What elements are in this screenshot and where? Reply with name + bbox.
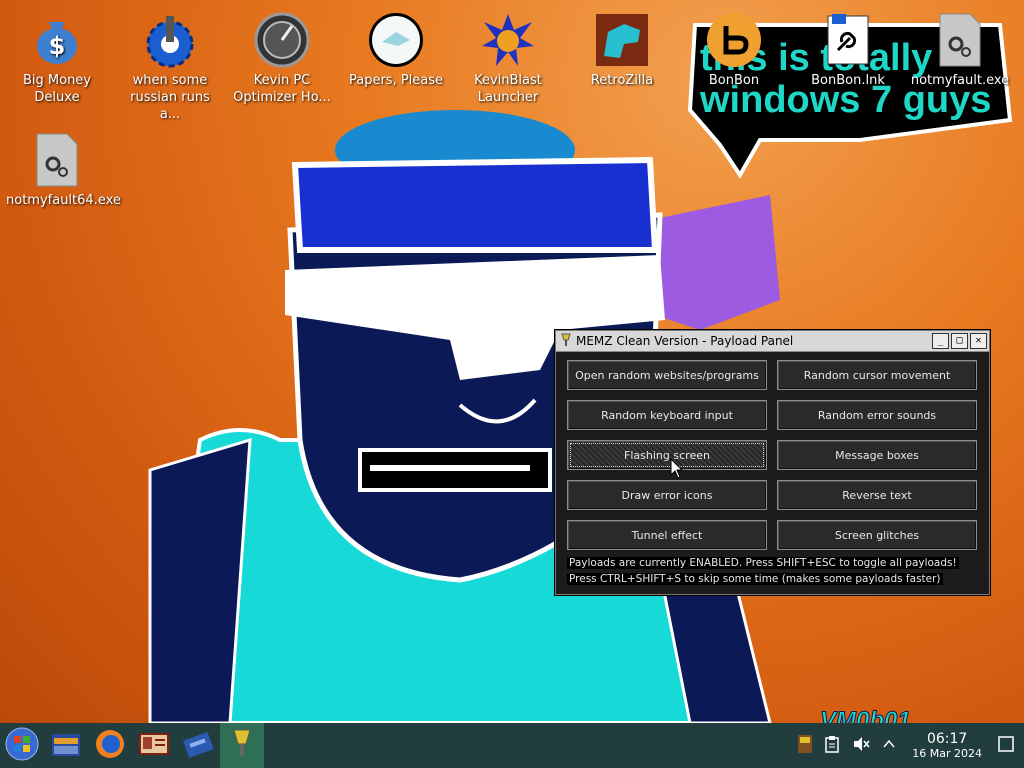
gear-cog-icon <box>142 12 198 68</box>
mouse-cursor-icon <box>670 457 684 484</box>
explosion-icon <box>480 12 536 68</box>
clipboard-icon[interactable] <box>824 735 840 757</box>
taskbar-memz[interactable] <box>220 723 264 768</box>
executable-file-icon <box>932 12 988 68</box>
desktop-icon-papers-please[interactable]: Papers, Please <box>341 6 451 89</box>
file-manager-icon <box>50 728 82 764</box>
desktop-icon-notmyfault64[interactable]: notmyfault64.exe <box>2 126 121 209</box>
start-button[interactable] <box>0 723 44 768</box>
desktop-icon-retrozilla[interactable]: RetroZilla <box>567 6 677 89</box>
payload-button-error-sounds[interactable]: Random error sounds <box>777 400 977 430</box>
desktop-icon-label: BonBon <box>708 73 760 88</box>
status-skip-time-hint: Press CTRL+SHIFT+S to skip some time (ma… <box>567 573 943 585</box>
payload-button-message-boxes[interactable]: Message boxes <box>777 440 977 470</box>
desktop-icon-label: notmyfault.exe <box>910 73 1010 88</box>
desktop-icon-kevinblast-launcher[interactable]: KevinBlast Launcher <box>453 6 563 106</box>
payload-button-cursor-movement[interactable]: Random cursor movement <box>777 360 977 390</box>
taskbar: 06:17 16 Mar 2024 <box>0 723 1024 768</box>
minimize-button[interactable]: _ <box>932 333 949 349</box>
desktop-icon-bonbon-lnk[interactable]: BonBon.lnk <box>793 6 903 89</box>
seal-icon <box>368 12 424 68</box>
bonbon-app-icon <box>706 12 762 68</box>
mute-icon[interactable] <box>852 735 870 757</box>
maximize-button[interactable]: □ <box>951 333 968 349</box>
clock[interactable]: 06:17 16 Mar 2024 <box>912 731 982 761</box>
id-card-icon <box>138 728 170 764</box>
desktop-icon-label: BonBon.lnk <box>811 73 885 88</box>
close-button[interactable]: ✕ <box>970 333 987 349</box>
clock-time: 06:17 <box>926 730 968 747</box>
speedometer-icon <box>254 12 310 68</box>
show-desktop-icon[interactable] <box>998 735 1014 756</box>
desktop-icon-label: notmyfault64.exe <box>6 193 121 208</box>
window-title: MEMZ Clean Version - Payload Panel <box>576 334 794 348</box>
money-bag-icon: $ <box>29 12 85 68</box>
desktop-icon-bonbon[interactable]: BonBon <box>679 6 789 89</box>
taskbar-disk-utility[interactable] <box>176 723 220 768</box>
payload-button-open-websites[interactable]: Open random websites/programs <box>567 360 767 390</box>
executable-file-icon <box>29 132 85 188</box>
taskbar-id-card[interactable] <box>132 723 176 768</box>
godzilla-icon <box>594 12 650 68</box>
payload-button-keyboard-input[interactable]: Random keyboard input <box>567 400 767 430</box>
desktop-icon-notmyfault[interactable]: notmyfault.exe <box>905 6 1015 89</box>
memz-icon <box>230 728 254 764</box>
window-titlebar[interactable]: MEMZ Clean Version - Payload Panel _ □ ✕ <box>556 331 989 352</box>
payload-button-flashing-screen[interactable]: Flashing screen <box>567 440 767 470</box>
desktop-icon-russian[interactable]: when some russian runs a... <box>115 6 225 123</box>
desktop-icon-label: Papers, Please <box>348 73 444 88</box>
start-orb-icon <box>5 727 39 765</box>
desktop-icon-label: Big Money Deluxe <box>22 73 91 105</box>
payload-button-reverse-text[interactable]: Reverse text <box>777 480 977 510</box>
shortcut-chain-icon <box>820 12 876 68</box>
desktop-icon-label: when some russian runs a... <box>130 73 210 122</box>
taskbar-file-manager[interactable] <box>44 723 88 768</box>
payload-button-tunnel-effect[interactable]: Tunnel effect <box>567 520 767 550</box>
system-tray: 06:17 16 Mar 2024 <box>796 723 1024 768</box>
desktop-icon-label: KevinBlast Launcher <box>474 73 542 105</box>
chevron-up-icon[interactable] <box>882 736 896 755</box>
firefox-icon <box>94 728 126 764</box>
memz-window-icon <box>560 333 572 350</box>
desktop-icon-big-money-deluxe[interactable]: $ Big Money Deluxe <box>2 6 112 106</box>
payload-button-draw-error-icons[interactable]: Draw error icons <box>567 480 767 510</box>
disk-utility-icon <box>182 728 214 764</box>
status-payloads-enabled: Payloads are currently ENABLED. Press SH… <box>567 557 959 569</box>
desktop-icon-kevin-pc-optimizer[interactable]: Kevin PC Optimizer Ho... <box>227 6 337 106</box>
clock-date: 16 Mar 2024 <box>912 746 982 760</box>
payload-panel-window: MEMZ Clean Version - Payload Panel _ □ ✕… <box>555 330 990 595</box>
desktop-icon-label: Kevin PC Optimizer Ho... <box>233 73 331 105</box>
payload-button-screen-glitches[interactable]: Screen glitches <box>777 520 977 550</box>
svg-text:$: $ <box>49 32 66 60</box>
memz-tray-icon[interactable] <box>796 733 814 759</box>
taskbar-firefox[interactable] <box>88 723 132 768</box>
desktop-icon-label: RetroZilla <box>590 73 654 88</box>
